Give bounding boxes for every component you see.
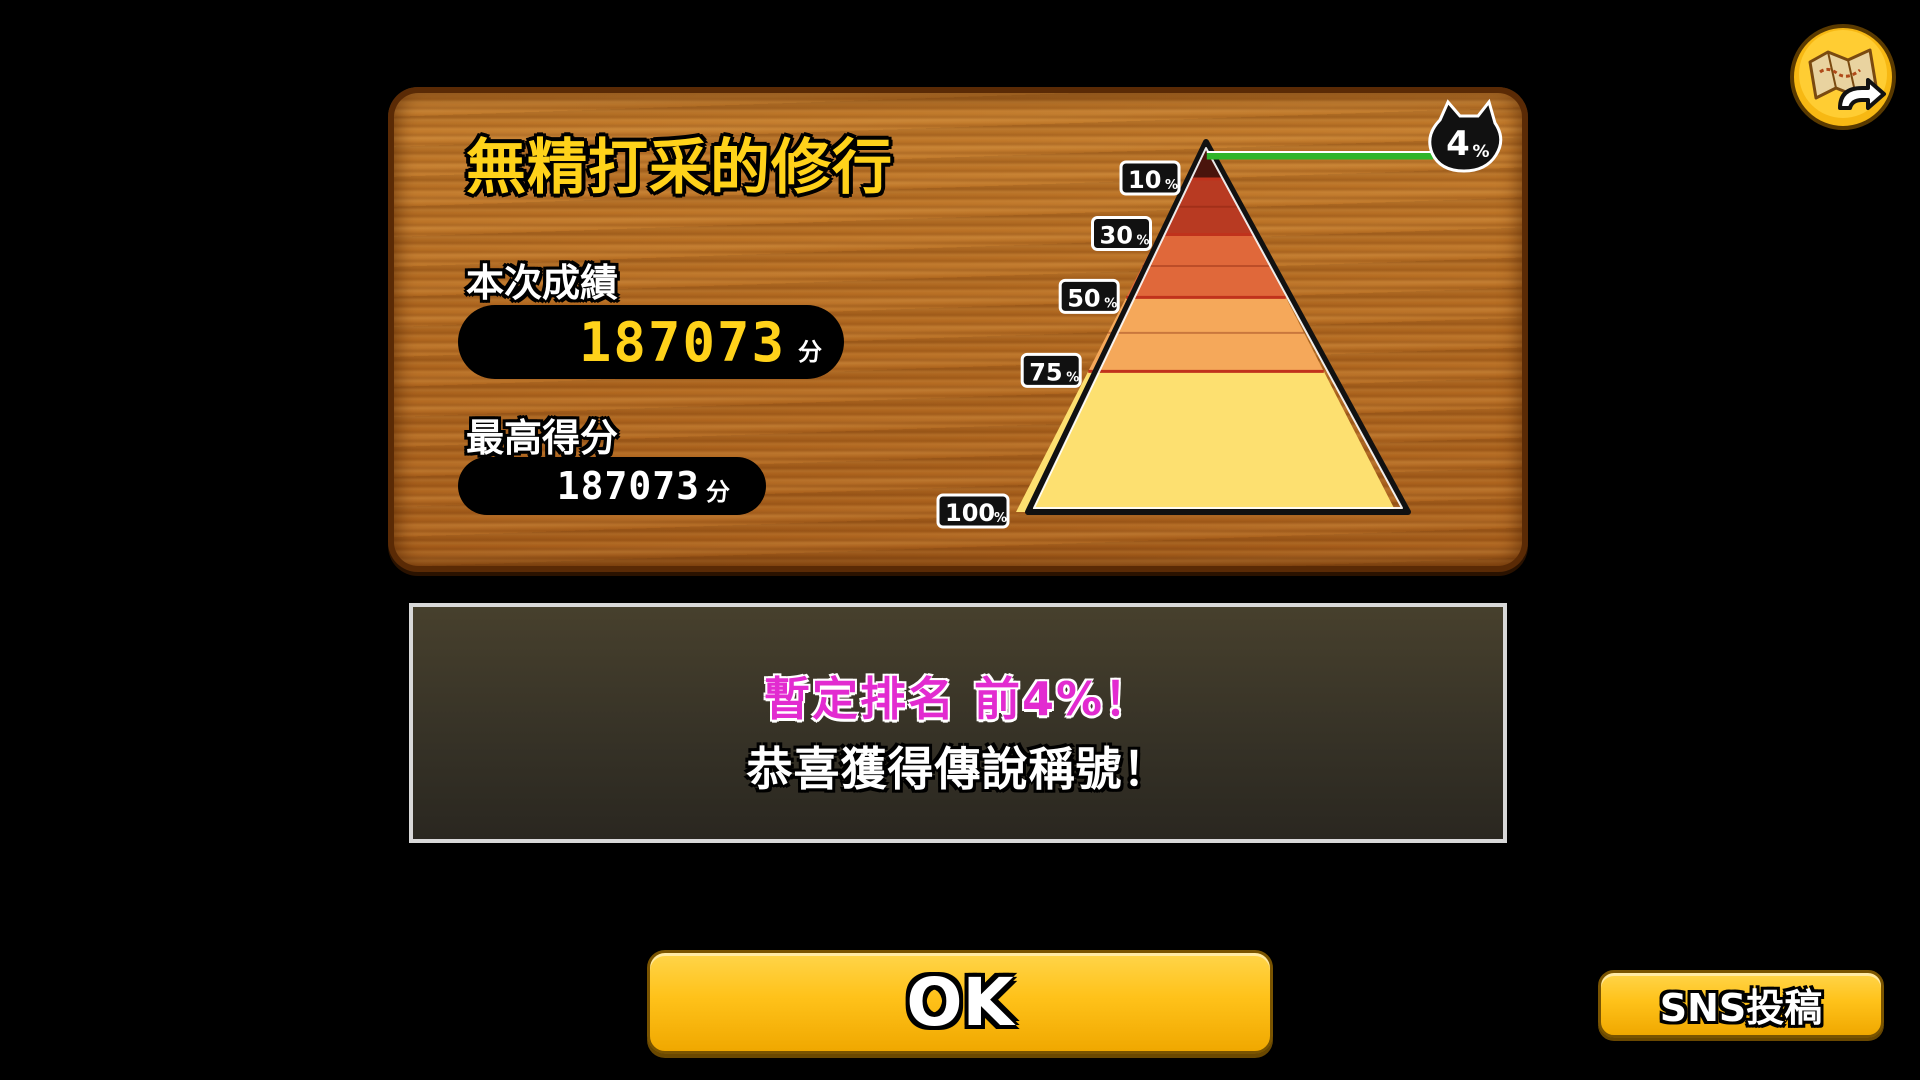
results-screen: 無精打采的修行 本次成績 187073 分 最高得分 187073 分 10% 3… (0, 0, 1920, 1080)
rank-message-box: 暫定排名 前4%！ 恭喜獲得傳說稱號！ (409, 603, 1507, 843)
ranking-pyramid: 10 %30 %50 %75 %100% 4 % (936, 98, 1503, 529)
cat-head-icon: 4 % (1428, 98, 1503, 173)
pyramid-label-unit: % (1137, 234, 1150, 249)
pyramid-label-number: 50 (1067, 284, 1100, 312)
sns-post-button[interactable]: SNS投稿 (1598, 970, 1884, 1038)
pyramid-label-75: 75% (1020, 352, 1082, 388)
map-back-button[interactable] (1788, 22, 1898, 132)
pyramid-label-50: 50% (1058, 278, 1120, 314)
sns-post-button-label: SNS投稿 (1659, 985, 1823, 1030)
provisional-rank-text: 暫定排名 前4%！ (763, 672, 1153, 726)
ok-button-label: OK (906, 963, 1014, 1041)
congrats-text: 恭喜獲得傳說稱號！ (746, 742, 1170, 796)
pyramid-label-10: 10% (1119, 160, 1181, 196)
pyramid-label-unit: % (1165, 178, 1178, 193)
pyramid-label-100: 100% (936, 493, 1010, 529)
pyramid-label-unit: % (1066, 370, 1079, 385)
player-rank-value: 4 (1446, 124, 1470, 164)
map-back-icon (1790, 24, 1896, 130)
player-rank-unit: % (1472, 142, 1489, 162)
pyramid-label-number: 30 (1100, 222, 1133, 250)
pyramid-label-unit: % (1104, 296, 1117, 311)
ok-button[interactable]: OK (647, 950, 1273, 1054)
pyramid-label-number: 100 (945, 499, 995, 527)
pyramid-label-number: 10 (1128, 166, 1161, 194)
pyramid-label-unit: % (994, 511, 1007, 526)
pyramid-tiers (1016, 142, 1396, 512)
pyramid-label-30: 30% (1091, 216, 1152, 251)
results-panel: 無精打采的修行 本次成績 187073 分 最高得分 187073 分 10% 3… (388, 87, 1528, 572)
pyramid-label-number: 75 (1029, 358, 1062, 386)
